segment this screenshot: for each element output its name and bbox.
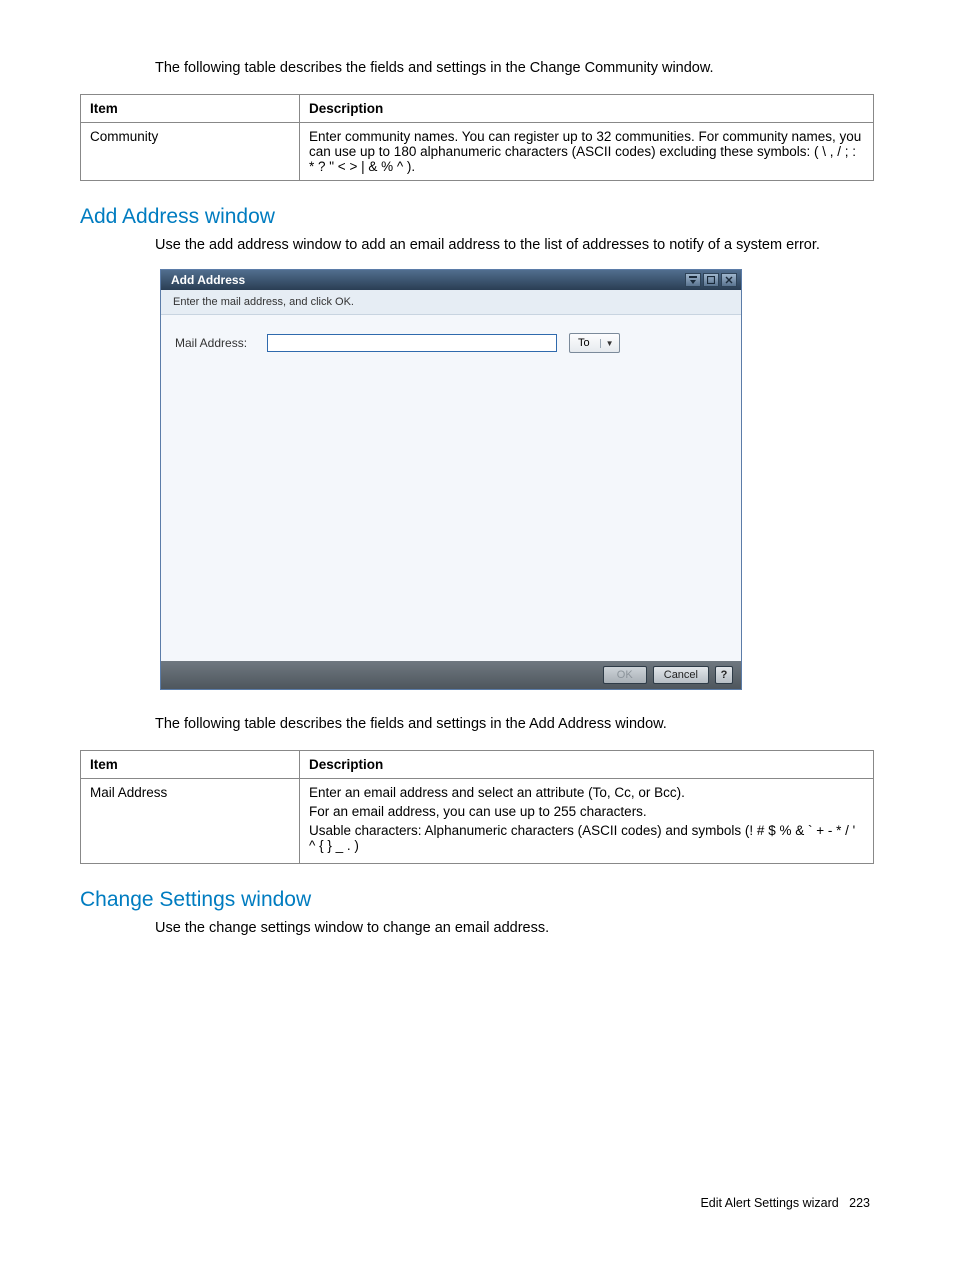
intro-text-change-community: The following table describes the fields… <box>155 60 874 76</box>
heading-add-address: Add Address window <box>80 205 874 229</box>
th-item: Item <box>81 751 300 779</box>
change-community-table: Item Description Community Enter communi… <box>80 94 874 181</box>
attribute-dropdown[interactable]: To ▼ <box>569 333 620 353</box>
th-item: Item <box>81 95 300 123</box>
page-number: 223 <box>849 1196 870 1210</box>
close-icon[interactable] <box>721 273 737 287</box>
desc-line: Usable characters: Alphanumeric characte… <box>309 823 864 853</box>
table-row: Community Enter community names. You can… <box>81 123 874 181</box>
window-controls <box>685 273 737 287</box>
th-description: Description <box>300 95 874 123</box>
td-description: Enter an email address and select an att… <box>300 779 874 864</box>
heading-change-settings: Change Settings window <box>80 888 874 912</box>
cancel-button[interactable]: Cancel <box>653 666 709 684</box>
text-change-settings: Use the change settings window to change… <box>155 920 874 936</box>
help-button[interactable]: ? <box>715 666 733 684</box>
intro-text-add-address: The following table describes the fields… <box>155 716 874 732</box>
dialog-titlebar: Add Address <box>161 270 741 290</box>
table-header-row: Item Description <box>81 95 874 123</box>
add-address-dialog: Add Address Enter the mail address, and … <box>160 269 742 690</box>
page-footer: Edit Alert Settings wizard 223 <box>80 1196 874 1210</box>
text-add-address: Use the add address window to add an ema… <box>155 237 874 253</box>
collapse-icon[interactable] <box>685 273 701 287</box>
desc-line: For an email address, you can use up to … <box>309 804 864 819</box>
ok-button[interactable]: OK <box>603 666 647 684</box>
table-header-row: Item Description <box>81 751 874 779</box>
maximize-icon[interactable] <box>703 273 719 287</box>
mail-address-input[interactable] <box>267 334 557 352</box>
mail-address-label: Mail Address: <box>175 336 255 350</box>
dropdown-value: To <box>570 337 600 349</box>
td-description: Enter community names. You can register … <box>300 123 874 181</box>
table-row: Mail Address Enter an email address and … <box>81 779 874 864</box>
td-item: Mail Address <box>81 779 300 864</box>
chevron-down-icon: ▼ <box>600 339 619 348</box>
desc-line: Enter an email address and select an att… <box>309 785 864 800</box>
dialog-title: Add Address <box>171 273 245 287</box>
dialog-body: Mail Address: To ▼ <box>161 315 741 661</box>
mail-address-row: Mail Address: To ▼ <box>175 333 727 353</box>
footer-section-title: Edit Alert Settings wizard <box>700 1196 838 1210</box>
th-description: Description <box>300 751 874 779</box>
td-item: Community <box>81 123 300 181</box>
dialog-instruction: Enter the mail address, and click OK. <box>161 290 741 315</box>
document-page: The following table describes the fields… <box>0 0 954 1250</box>
add-address-table: Item Description Mail Address Enter an e… <box>80 750 874 864</box>
dialog-footer: OK Cancel ? <box>161 661 741 689</box>
